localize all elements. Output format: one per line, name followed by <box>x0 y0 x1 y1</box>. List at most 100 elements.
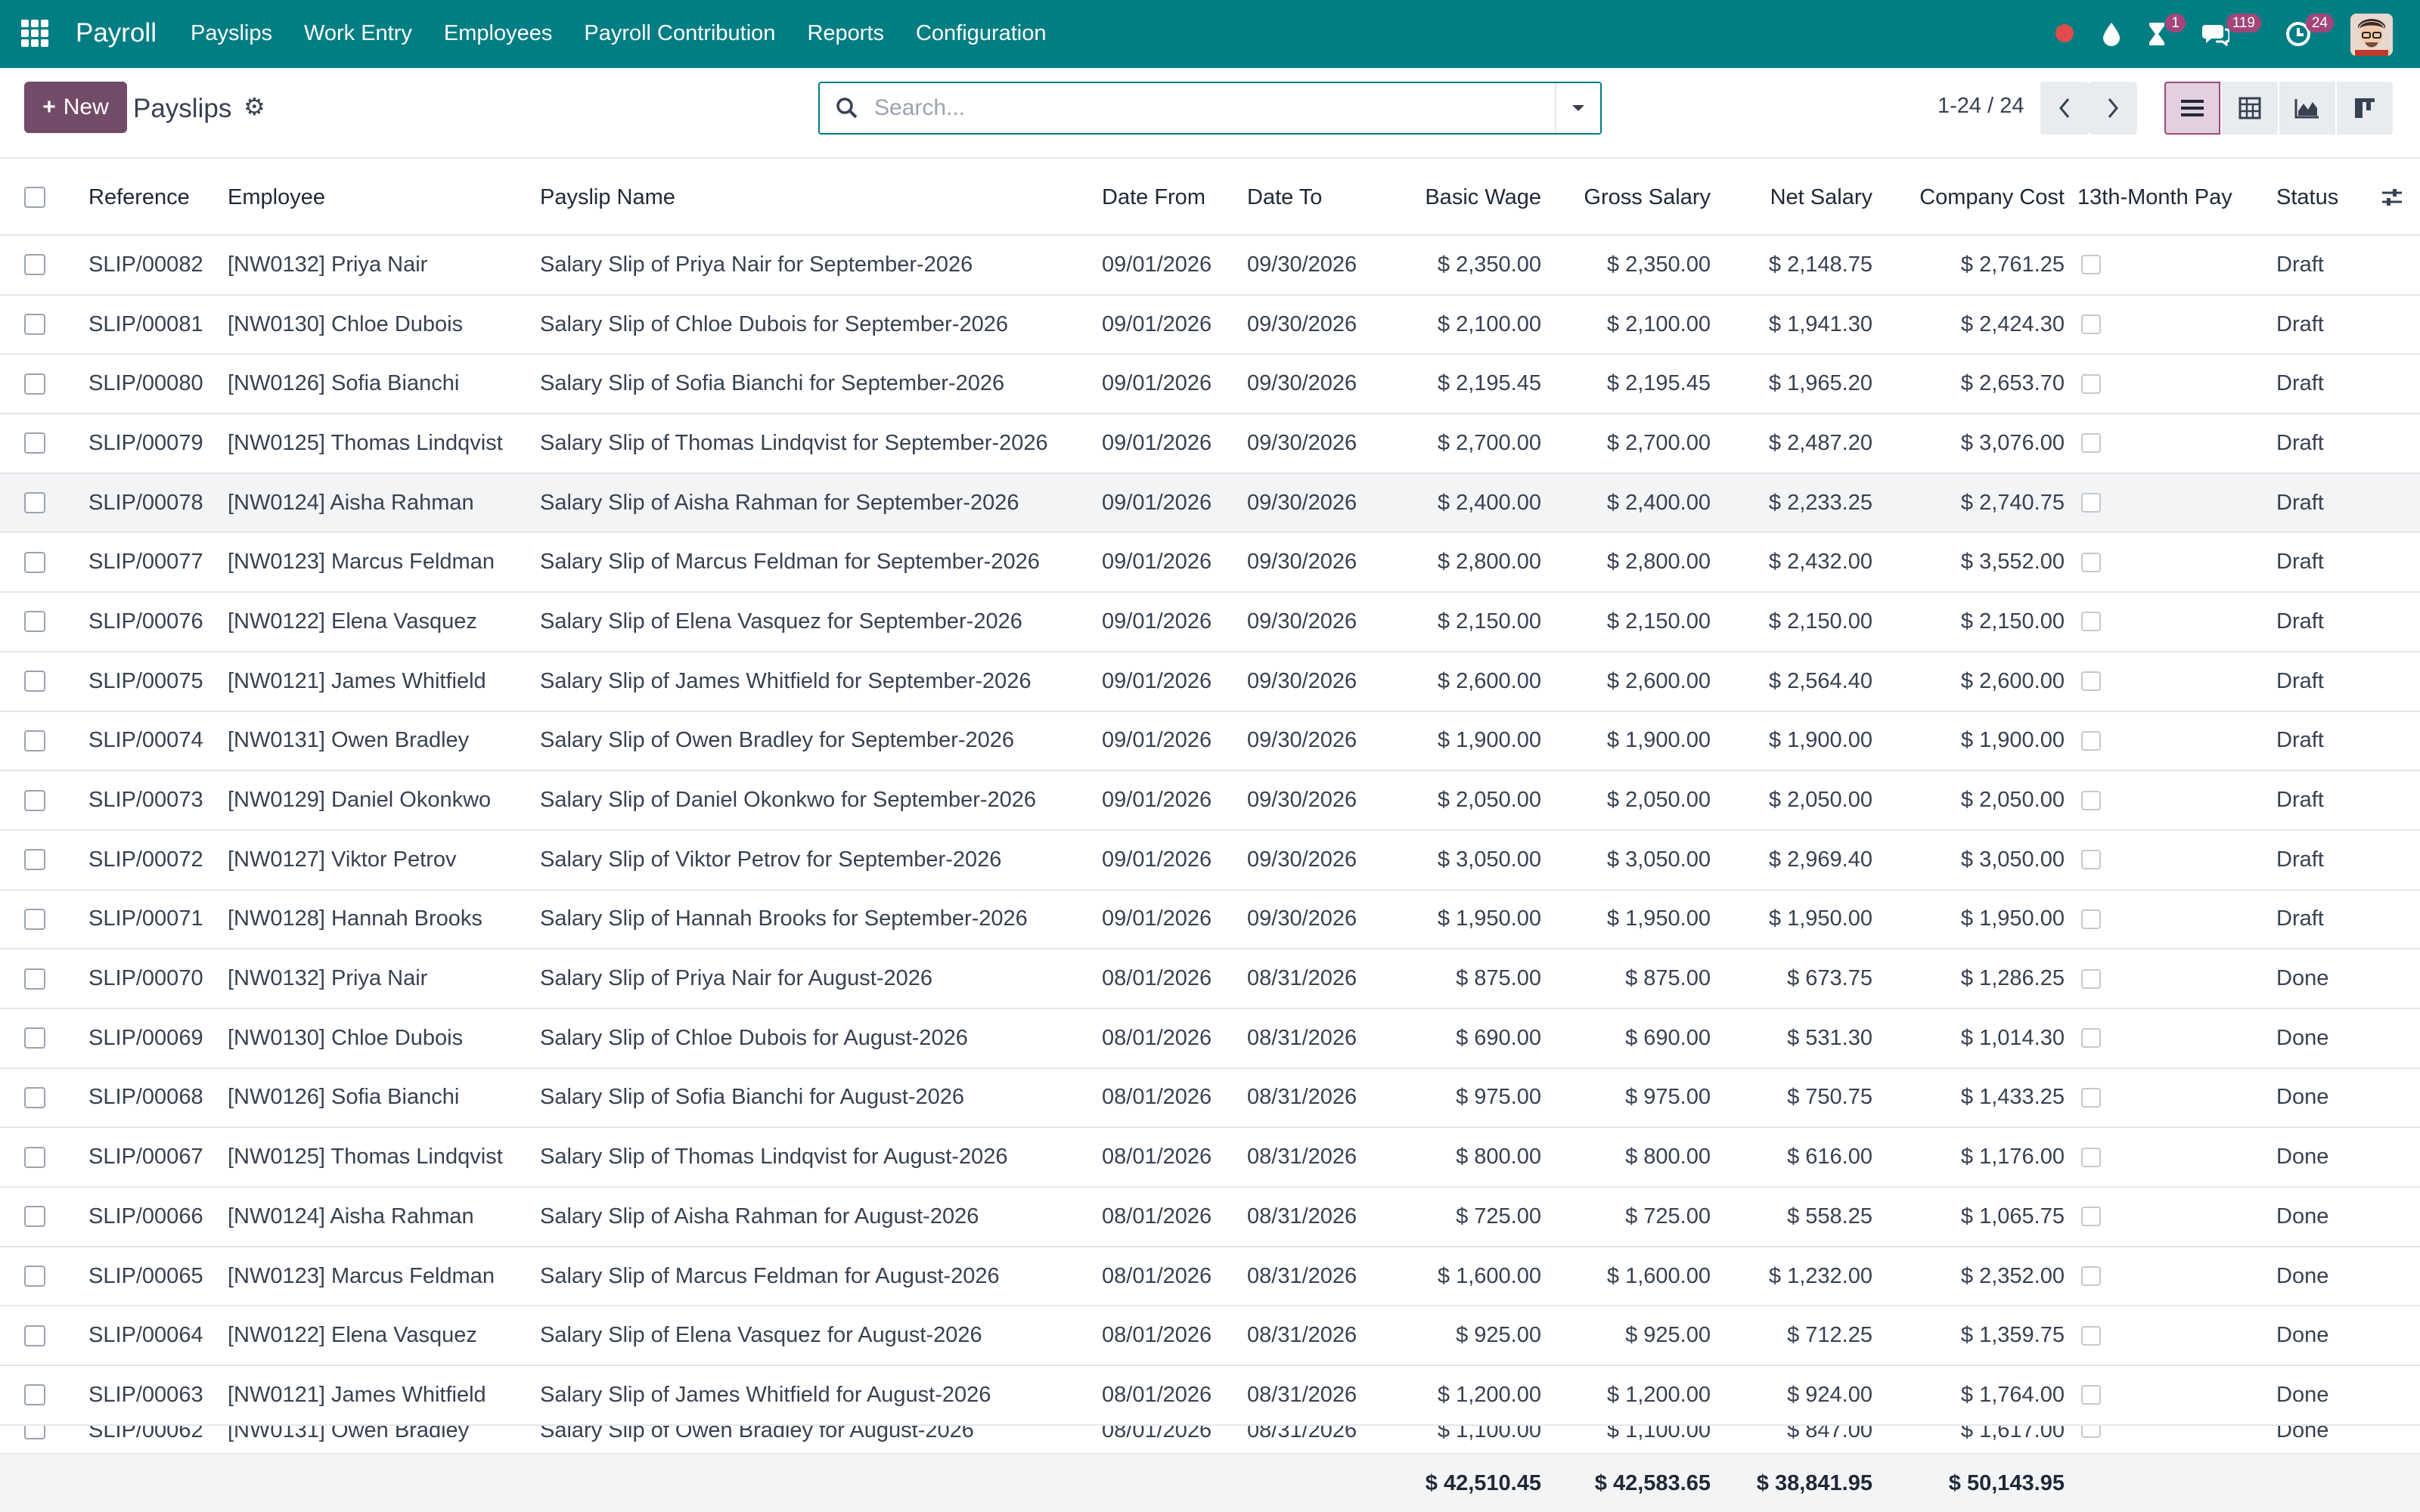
pager-next-button[interactable] <box>2089 82 2137 135</box>
new-button[interactable]: + New <box>24 82 127 133</box>
row-checkbox[interactable] <box>24 908 45 930</box>
row-checkbox[interactable] <box>24 314 45 336</box>
table-row[interactable]: SLIP/00078 [NW0124] Aisha Rahman Salary Sl… <box>0 473 2420 534</box>
status-cell: Draft <box>2276 906 2324 931</box>
header-basic-wage[interactable]: Basic Wage <box>1390 160 1541 234</box>
table-row[interactable]: SLIP/00068 [NW0126] Sofia Bianchi Salary S… <box>0 1069 2420 1129</box>
company-cost-cell: $ 3,552.00 <box>1960 550 2065 575</box>
thirteenth-month-cell <box>2081 891 2101 949</box>
thirteenth-month-checkbox <box>2081 671 2101 692</box>
table-row[interactable]: SLIP/00080 [NW0126] Sofia Bianchi Salary S… <box>0 355 2420 415</box>
clock-icon[interactable]: 24 <box>2284 14 2334 50</box>
row-checkbox[interactable] <box>24 1027 45 1049</box>
thirteenth-month-cell <box>2081 414 2101 472</box>
row-checkbox[interactable] <box>24 254 45 276</box>
row-checkbox[interactable] <box>24 1325 45 1346</box>
thirteenth-month-checkbox <box>2081 1207 2101 1227</box>
graph-view-button[interactable] <box>2279 82 2335 135</box>
table-row[interactable]: SLIP/00067 [NW0125] Thomas Lindqvist Salar… <box>0 1128 2420 1188</box>
total-gross-salary: $ 42,583.65 <box>1594 1470 1711 1495</box>
drop-icon[interactable] <box>2098 18 2125 50</box>
kanban-view-button[interactable] <box>2337 82 2393 135</box>
header-net-salary[interactable]: Net Salary <box>1721 160 1872 234</box>
table-row[interactable]: SLIP/00082 [NW0132] Priya Nair Salary Slip… <box>0 236 2420 296</box>
row-checkbox[interactable] <box>24 1425 45 1439</box>
row-checkbox[interactable] <box>24 1086 45 1108</box>
row-checkbox[interactable] <box>24 1384 45 1406</box>
row-checkbox[interactable] <box>24 1266 45 1287</box>
search-options-dropdown[interactable] <box>1555 83 1600 133</box>
header-payslip-name[interactable]: Payslip Name <box>540 160 675 234</box>
optional-columns-icon[interactable] <box>2381 160 2403 234</box>
menu-item-payslips[interactable]: Payslips <box>191 21 272 46</box>
row-checkbox[interactable] <box>24 551 45 573</box>
select-all-checkbox[interactable] <box>24 187 45 208</box>
row-checkbox[interactable] <box>24 968 45 990</box>
list-view-button[interactable] <box>2164 82 2220 135</box>
net-salary-cell: $ 750.75 <box>1787 1085 1872 1110</box>
row-checkbox[interactable] <box>24 789 45 811</box>
table-row[interactable]: SLIP/00073 [NW0129] Daniel Okonkwo Salary … <box>0 771 2420 831</box>
avatar[interactable] <box>2350 14 2393 56</box>
table-row[interactable]: SLIP/00070 [NW0132] Priya Nair Salary Slip… <box>0 950 2420 1009</box>
table-row[interactable]: SLIP/00074 [NW0131] Owen Bradley Salary Sl… <box>0 712 2420 772</box>
header-reference[interactable]: Reference <box>88 160 190 234</box>
thirteenth-month-checkbox <box>2081 314 2101 335</box>
hourglass-icon[interactable]: 1 <box>2143 14 2186 50</box>
status-dot-icon[interactable] <box>2055 24 2074 42</box>
row-checkbox[interactable] <box>24 671 45 692</box>
menu-item-payroll-contribution[interactable]: Payroll Contribution <box>584 21 775 46</box>
row-checkbox[interactable] <box>24 492 45 514</box>
reference-cell: SLIP/00069 <box>88 1025 203 1050</box>
row-checkbox[interactable] <box>24 849 45 871</box>
row-checkbox[interactable] <box>24 730 45 751</box>
table-row[interactable]: SLIP/00071 [NW0128] Hannah Brooks Salary S… <box>0 891 2420 950</box>
table-row[interactable]: SLIP/00062 [NW0131] Owen Bradley Salary Sl… <box>0 1425 2420 1445</box>
table-row[interactable]: SLIP/00065 [NW0123] Marcus Feldman Salary … <box>0 1247 2420 1307</box>
header-gross-salary[interactable]: Gross Salary <box>1558 160 1711 234</box>
status-cell: Draft <box>2276 430 2324 455</box>
header-date-from[interactable]: Date From <box>1102 160 1205 234</box>
table-row[interactable]: SLIP/00076 [NW0122] Elena Vasquez Salary S… <box>0 593 2420 652</box>
menu-item-employees[interactable]: Employees <box>444 21 552 46</box>
menu-item-reports[interactable]: Reports <box>807 21 884 46</box>
search-input[interactable] <box>874 95 1540 121</box>
date-to-cell: 08/31/2026 <box>1247 966 1357 991</box>
employee-cell: [NW0125] Thomas Lindqvist <box>228 430 503 455</box>
row-checkbox[interactable] <box>24 611 45 633</box>
row-checkbox[interactable] <box>24 1206 45 1228</box>
gear-icon[interactable]: ⚙ <box>244 92 265 121</box>
header-employee[interactable]: Employee <box>228 160 325 234</box>
status-cell: Draft <box>2276 847 2324 872</box>
table-row[interactable]: SLIP/00066 [NW0124] Aisha Rahman Salary Sl… <box>0 1188 2420 1247</box>
app-brand[interactable]: Payroll <box>76 18 157 48</box>
table-row[interactable]: SLIP/00081 [NW0130] Chloe Dubois Salary Sl… <box>0 296 2420 355</box>
table-row[interactable]: SLIP/00075 [NW0121] James Whitfield Salary… <box>0 652 2420 712</box>
gross-salary-cell: $ 2,400.00 <box>1606 490 1711 515</box>
header-13th-month-pay[interactable]: 13th-Month Pay <box>2077 160 2232 234</box>
reference-cell: SLIP/00067 <box>88 1145 203 1170</box>
row-checkbox[interactable] <box>24 373 45 395</box>
chat-icon[interactable]: 119 <box>2201 14 2261 50</box>
table-row[interactable]: SLIP/00072 [NW0127] Viktor Petrov Salary S… <box>0 831 2420 891</box>
apps-grid-icon[interactable] <box>21 20 48 47</box>
basic-wage-cell: $ 1,200.00 <box>1437 1382 1541 1407</box>
pager-value[interactable]: 1-24 / 24 <box>1938 94 2024 119</box>
header-date-to[interactable]: Date To <box>1247 160 1322 234</box>
pager-previous-button[interactable] <box>2040 82 2089 135</box>
header-status[interactable]: Status <box>2276 160 2338 234</box>
table-row[interactable]: SLIP/00079 [NW0125] Thomas Lindqvist Salar… <box>0 414 2420 474</box>
basic-wage-cell: $ 800.00 <box>1456 1145 1541 1170</box>
table-row[interactable]: SLIP/00077 [NW0123] Marcus Feldman Salary … <box>0 533 2420 593</box>
row-checkbox[interactable] <box>24 432 45 454</box>
header-company-cost[interactable]: Company Cost <box>1883 160 2065 234</box>
table-row[interactable]: SLIP/00069 [NW0130] Chloe Dubois Salary Sl… <box>0 1009 2420 1069</box>
table-row[interactable]: SLIP/00063 [NW0121] James Whitfield Salary… <box>0 1366 2420 1426</box>
pivot-view-button[interactable] <box>2222 82 2278 135</box>
payslip-name-cell: Salary Slip of Viktor Petrov for Septemb… <box>540 847 1002 872</box>
menu-item-work-entry[interactable]: Work Entry <box>304 21 412 46</box>
table-row[interactable]: SLIP/00064 [NW0122] Elena Vasquez Salary S… <box>0 1306 2420 1367</box>
row-checkbox[interactable] <box>24 1146 45 1168</box>
menu-item-configuration[interactable]: Configuration <box>916 21 1047 46</box>
status-cell: Draft <box>2276 550 2324 575</box>
